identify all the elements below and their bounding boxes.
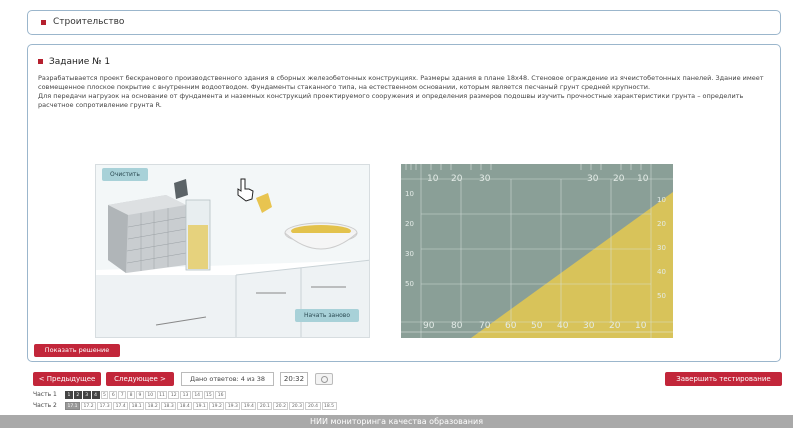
bottom-label: 40 bbox=[557, 321, 569, 331]
clear-button[interactable]: Очистить bbox=[102, 168, 148, 181]
question-number-button[interactable]: 20.1 bbox=[257, 401, 273, 410]
question-number-button[interactable]: 15 bbox=[203, 390, 215, 399]
question-number-button[interactable]: 18.1 bbox=[129, 401, 145, 410]
question-number-button[interactable]: 12 bbox=[168, 390, 180, 399]
question-number-button[interactable]: 6 bbox=[109, 390, 118, 399]
task-paragraph-1: Разрабатывается проект бескранового прои… bbox=[38, 74, 764, 91]
next-button[interactable]: Следующее > bbox=[106, 372, 174, 386]
question-number-button[interactable]: 18.3 bbox=[161, 401, 177, 410]
task-description: Разрабатывается проект бескранового прои… bbox=[38, 74, 778, 110]
top-right-label: 20 bbox=[613, 174, 625, 184]
lab-scene[interactable]: Очистить Начать заново bbox=[95, 164, 370, 338]
previous-button[interactable]: < Предыдущее bbox=[33, 372, 101, 386]
question-number-button[interactable]: 17.1 bbox=[65, 401, 81, 410]
bottom-label: 80 bbox=[451, 321, 463, 331]
question-number-button[interactable]: 17.2 bbox=[81, 401, 97, 410]
question-number-button[interactable]: 4 bbox=[91, 390, 100, 399]
question-number-button[interactable]: 17.3 bbox=[97, 401, 113, 410]
footer: НИИ мониторинга качества образования bbox=[0, 415, 793, 428]
section-title: Строительство bbox=[53, 17, 125, 27]
bottom-label: 50 bbox=[531, 321, 543, 331]
top-left-label: 30 bbox=[479, 174, 491, 184]
footer-text: НИИ мониторинга качества образования bbox=[309, 417, 483, 426]
part-1-row: Часть 1 1 2 3 4 5 6 7 8 9 10 11 12 13 14 15 16 bbox=[33, 390, 227, 399]
question-number-button[interactable]: 14 bbox=[191, 390, 203, 399]
top-left-label: 20 bbox=[451, 174, 463, 184]
question-number-button[interactable]: 19.2 bbox=[209, 401, 225, 410]
right-label: 30 bbox=[657, 244, 666, 252]
right-label: 50 bbox=[657, 292, 666, 300]
top-right-label: 30 bbox=[587, 174, 599, 184]
question-number-button[interactable]: 8 bbox=[127, 390, 135, 399]
question-number-button[interactable]: 16 bbox=[215, 390, 227, 399]
question-number-button[interactable]: 1 bbox=[65, 390, 73, 399]
question-number-button[interactable]: 2 bbox=[73, 390, 82, 399]
bottom-label: 10 bbox=[635, 321, 647, 331]
top-left-label: 10 bbox=[427, 174, 439, 184]
question-number-button[interactable]: 18.5 bbox=[321, 401, 337, 410]
question-list: 1 2 3 4 5 6 7 8 9 10 11 12 13 14 15 16 bbox=[65, 390, 227, 399]
right-label: 20 bbox=[657, 220, 666, 228]
question-number-button[interactable]: 11 bbox=[156, 390, 168, 399]
question-number-button[interactable]: 20.3 bbox=[289, 401, 305, 410]
left-label: 10 bbox=[405, 190, 414, 198]
section-header: Строительство bbox=[27, 10, 781, 35]
show-solution-button[interactable]: Показать решение bbox=[34, 344, 120, 357]
measurement-board[interactable]: 10 20 30 30 20 10 90 80 70 60 50 40 30 2… bbox=[401, 164, 673, 338]
bottom-label: 60 bbox=[505, 321, 517, 331]
task-paragraph-2: Для передачи нагрузок на основание от фу… bbox=[38, 92, 744, 109]
answers-counter: Дано ответов: 4 из 38 bbox=[181, 372, 274, 386]
task-title: Задание № 1 bbox=[49, 57, 111, 67]
question-number-button[interactable]: 19.4 bbox=[241, 401, 257, 410]
bullet-square-icon bbox=[41, 20, 46, 25]
task-panel: Задание № 1 Разрабатывается проект бескр… bbox=[27, 44, 781, 362]
timer: 20:32 bbox=[280, 372, 308, 386]
top-right-label: 10 bbox=[637, 174, 649, 184]
restart-button[interactable]: Начать заново bbox=[295, 309, 359, 322]
question-number-button[interactable]: 19.1 bbox=[193, 401, 209, 410]
question-number-button[interactable]: 9 bbox=[136, 390, 144, 399]
question-number-button[interactable]: 3 bbox=[82, 390, 91, 399]
bottom-label: 30 bbox=[583, 321, 595, 331]
measurement-board-illustration: 10 20 30 30 20 10 90 80 70 60 50 40 30 2… bbox=[401, 164, 673, 338]
left-label: 50 bbox=[405, 280, 414, 288]
bottom-label: 90 bbox=[423, 321, 435, 331]
question-list: 17.1 17.2 17.3 17.4 18.1 18.2 18.3 18.4 19.1 19.2… bbox=[65, 401, 338, 410]
clock-icon bbox=[321, 376, 328, 383]
bottom-label: 70 bbox=[479, 321, 491, 331]
question-number-button[interactable]: 18.2 bbox=[145, 401, 161, 410]
question-number-button[interactable]: 20.4 bbox=[305, 401, 321, 410]
question-number-button[interactable]: 18.4 bbox=[177, 401, 193, 410]
question-number-button[interactable]: 20.2 bbox=[273, 401, 289, 410]
right-label: 40 bbox=[657, 268, 666, 276]
left-label: 30 bbox=[405, 250, 414, 258]
part-label: Часть 1 bbox=[33, 391, 57, 398]
part-label: Часть 2 bbox=[33, 402, 57, 409]
part-2-row: Часть 2 17.1 17.2 17.3 17.4 18.1 18.2 18.3 18.4 1… bbox=[33, 401, 338, 410]
clock-icon-button[interactable] bbox=[315, 373, 333, 385]
question-number-button[interactable]: 10 bbox=[144, 390, 156, 399]
question-number-button[interactable]: 13 bbox=[180, 390, 191, 399]
finish-test-button[interactable]: Завершить тестирование bbox=[665, 372, 782, 386]
question-number-button[interactable]: 5 bbox=[100, 390, 109, 399]
right-label: 10 bbox=[657, 196, 666, 204]
question-number-button[interactable]: 17.4 bbox=[113, 401, 129, 410]
bullet-square-icon bbox=[38, 59, 43, 64]
left-label: 20 bbox=[405, 220, 414, 228]
question-number-button[interactable]: 7 bbox=[118, 390, 127, 399]
bottom-label: 20 bbox=[609, 321, 621, 331]
question-number-button[interactable]: 19.3 bbox=[225, 401, 241, 410]
task-header: Задание № 1 bbox=[38, 57, 110, 67]
